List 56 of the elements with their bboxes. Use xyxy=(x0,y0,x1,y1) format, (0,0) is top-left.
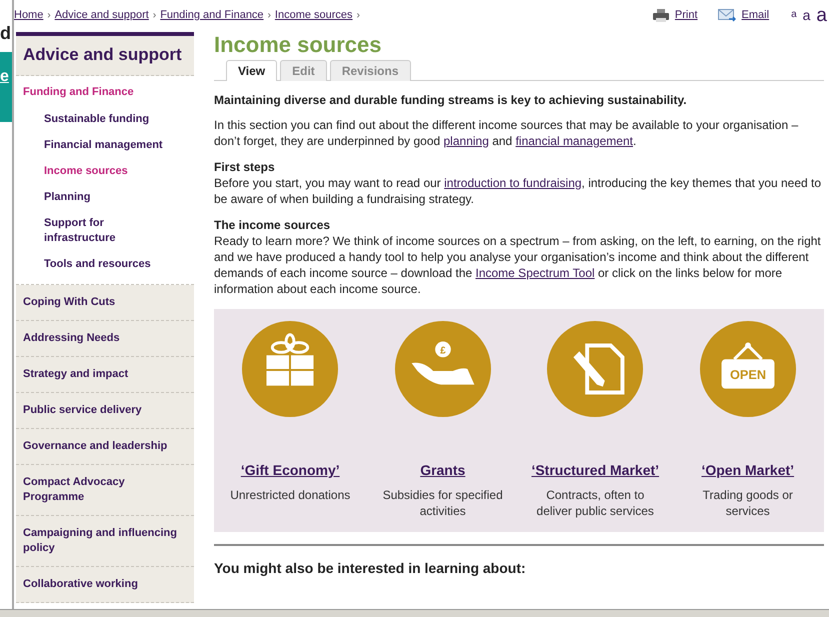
open-sign-icon: OPEN xyxy=(698,320,797,418)
paragraph: Before you start, you may want to read our introduction to fundraising, introducing the key themes that you need to be aware of when building a fundraising strategy. xyxy=(214,175,822,207)
source-description: Contracts, often to deliver public services xyxy=(536,487,655,519)
source-link[interactable]: Grants xyxy=(420,462,466,478)
sidebar-subitem[interactable]: Financial management xyxy=(16,133,194,159)
sidebar-item[interactable]: Coping With Cuts xyxy=(16,285,194,321)
breadcrumb-link[interactable]: Funding and Finance xyxy=(160,9,264,21)
gift-icon xyxy=(241,320,340,418)
sidebar-subitem[interactable]: Planning xyxy=(16,185,194,211)
sidebar-item[interactable]: Collaborative working xyxy=(16,567,194,603)
text-link[interactable]: Income Spectrum Tool xyxy=(476,266,595,280)
text-link[interactable]: planning xyxy=(444,134,489,148)
source-link[interactable]: ‘Open Market’ xyxy=(701,462,794,478)
related-heading: You might also be interested in learning about: xyxy=(214,560,527,576)
source-description: Trading goods or services xyxy=(702,487,794,519)
sidebar-subitem[interactable]: Tools and resources xyxy=(16,252,194,278)
sidebar-item[interactable]: Public service delivery xyxy=(16,393,194,429)
text-link[interactable]: introduction to fundraising xyxy=(444,176,582,190)
paragraph: Ready to learn more? We think of income sources on a spectrum – from asking, on the left, to earning, on the right and we have produced a handy tool to help you analyse your organisation’s income and think about the different demands of each income source – download the Income Spectrum Tool or click on the links below for more information about each income source. xyxy=(214,233,822,297)
sidebar-heading: Advice and support xyxy=(16,32,194,76)
sidebar-item[interactable]: Governance and leadership xyxy=(16,429,194,465)
print-link[interactable]: Print xyxy=(674,9,698,21)
breadcrumb-separator: › xyxy=(356,10,360,20)
paragraph: In this section you can find out about the different income sources that may be available to your organisation – don’t forget, they are underpinned by good planning and financial management. xyxy=(214,117,800,149)
tab[interactable]: View xyxy=(226,60,278,81)
window-edge-text: d xyxy=(0,22,11,44)
section-heading: First steps xyxy=(214,159,276,175)
envelope-icon xyxy=(718,8,736,22)
sidebar-item[interactable]: Compact Advocacy Programme xyxy=(16,465,194,516)
text-size-button[interactable]: a xyxy=(802,8,810,22)
source-description: Unrestricted donations xyxy=(230,487,350,503)
source-description: Subsidies for specified activities xyxy=(382,487,504,519)
breadcrumb-link[interactable]: Advice and support xyxy=(54,9,149,21)
hand-coin-icon: £ xyxy=(394,320,492,418)
sidebar-subitem[interactable]: Income sources xyxy=(16,159,194,185)
document-pen-icon xyxy=(546,320,644,418)
email-link[interactable]: Email xyxy=(742,9,770,21)
sidebar-item[interactable]: Campaigning and influencing policy xyxy=(16,516,194,567)
page-title: Income sources xyxy=(214,32,383,58)
printer-icon xyxy=(652,8,669,22)
sidebar-subitem[interactable]: Sustainable funding xyxy=(16,107,194,133)
sidebar-subitem[interactable]: Support for infrastructure xyxy=(16,211,194,252)
breadcrumb-separator: › xyxy=(268,10,271,20)
section-heading: The income sources xyxy=(214,217,332,233)
source-link[interactable]: ‘Structured Market’ xyxy=(531,462,660,478)
text-size-button[interactable]: a xyxy=(791,10,797,20)
breadcrumb-link[interactable]: Income sources xyxy=(274,9,353,21)
breadcrumb-link[interactable]: Home xyxy=(14,9,44,21)
sidebar-item[interactable]: Addressing Needs xyxy=(16,321,194,357)
breadcrumb-separator: › xyxy=(47,10,51,20)
lead-text: Maintaining diverse and durable funding streams is key to achieving sustainability. xyxy=(214,93,688,107)
text-size-button[interactable]: a xyxy=(816,6,827,24)
breadcrumb-separator: › xyxy=(152,10,156,20)
sidebar-item[interactable]: Strategy and impact xyxy=(16,357,194,393)
text-link[interactable]: financial management xyxy=(516,134,633,148)
source-link[interactable]: ‘Gift Economy’ xyxy=(240,462,340,478)
